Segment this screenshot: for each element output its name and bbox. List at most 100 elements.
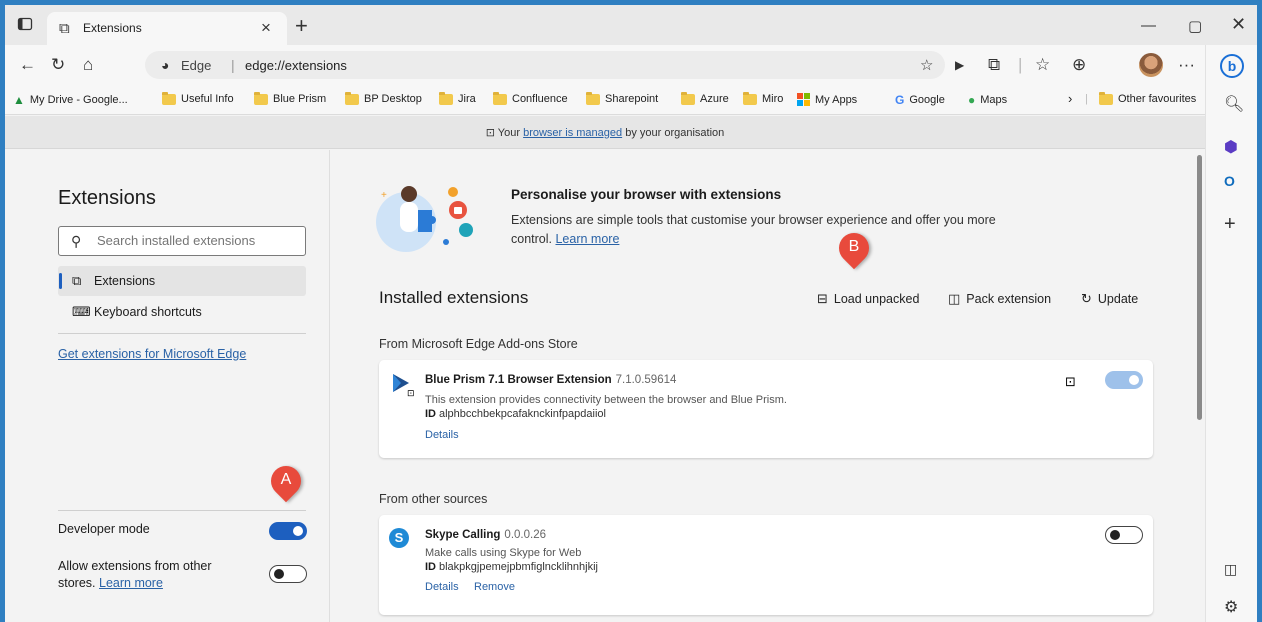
new-tab-button[interactable]: + bbox=[295, 13, 308, 39]
settings-gear-icon[interactable]: ⚙ bbox=[1224, 597, 1238, 617]
bookmark-bp-desktop[interactable]: BP Desktop bbox=[345, 91, 422, 105]
bookmark-label: My Apps bbox=[815, 93, 858, 106]
developer-mode-toggle[interactable] bbox=[269, 522, 307, 540]
extensions-icon[interactable]: ⧉ bbox=[988, 55, 1000, 75]
section-label-store: From Microsoft Edge Add-ons Store bbox=[379, 337, 578, 351]
bookmark-blue-prism[interactable]: Blue Prism bbox=[254, 91, 326, 105]
bookmark-label: BP Desktop bbox=[364, 93, 422, 105]
bookmark-my-drive[interactable]: ▲ My Drive - Google... bbox=[13, 93, 128, 107]
nav-item-keyboard-shortcuts[interactable]: ⌨ Keyboard shortcuts bbox=[58, 297, 306, 327]
page-title: Extensions bbox=[58, 187, 156, 209]
update-button[interactable]: ↻ Update bbox=[1081, 291, 1138, 307]
load-unpacked-button[interactable]: ⊟ Load unpacked bbox=[817, 291, 919, 307]
briefcase-icon: ⊡ bbox=[485, 127, 495, 139]
learn-more-link[interactable]: Learn more bbox=[99, 576, 163, 590]
favourites-icon[interactable]: ☆ bbox=[1035, 55, 1050, 75]
address-separator: | bbox=[231, 57, 235, 73]
developer-mode-label: Developer mode bbox=[58, 522, 150, 536]
puzzle-icon: ⧉ bbox=[59, 20, 70, 37]
search-input[interactable] bbox=[97, 233, 297, 248]
skype-enable-toggle[interactable] bbox=[1105, 526, 1143, 544]
remove-link[interactable]: Remove bbox=[474, 581, 515, 593]
promo-description: Extensions are simple tools that customi… bbox=[511, 211, 1011, 249]
browser-window: ⧉ Extensions × + — ▢ ✕ ← ↻ ⌂ ◕ Edge | ed… bbox=[5, 5, 1257, 622]
more-menu-icon[interactable]: ··· bbox=[1178, 55, 1195, 75]
bookmark-my-apps[interactable]: My Apps bbox=[797, 93, 857, 106]
bookmark-label: Google bbox=[909, 94, 945, 106]
keyboard-icon: ⌨ bbox=[72, 304, 91, 319]
extension-name-text: Skype Calling bbox=[425, 529, 501, 541]
maximize-button[interactable]: ▢ bbox=[1188, 17, 1202, 35]
tab-extensions[interactable]: ⧉ Extensions × bbox=[47, 12, 287, 45]
details-link[interactable]: Details bbox=[425, 581, 459, 593]
tab-strip: ⧉ Extensions × + — ▢ ✕ bbox=[5, 5, 1257, 45]
extension-description: This extension provides connectivity bet… bbox=[425, 394, 787, 406]
extension-version: 7.1.0.59614 bbox=[615, 374, 677, 386]
folder-icon bbox=[345, 91, 359, 105]
tab-title: Extensions bbox=[83, 21, 142, 35]
folder-icon bbox=[681, 91, 695, 105]
collections-icon[interactable]: ⊕ bbox=[1072, 55, 1086, 75]
callout-b: B bbox=[832, 226, 876, 271]
extension-description: Make calls using Skype for Web bbox=[425, 547, 582, 559]
tab-actions-icon[interactable] bbox=[17, 16, 35, 34]
bookmark-miro[interactable]: Miro bbox=[743, 91, 784, 105]
bookmark-label: Miro bbox=[762, 93, 784, 105]
managed-link[interactable]: browser is managed bbox=[523, 127, 622, 139]
search-icon[interactable]: 🔍︎ bbox=[1224, 94, 1244, 114]
close-tab-icon[interactable]: × bbox=[261, 18, 271, 38]
extensions-sidebar: Extensions ⚲ ⧉ Extensions ⌨ Keyboard sho… bbox=[5, 150, 330, 622]
bookmarks-separator: | bbox=[1085, 93, 1088, 105]
url-text: edge://extensions bbox=[245, 58, 347, 73]
bookmark-confluence[interactable]: Confluence bbox=[493, 91, 568, 105]
other-favourites[interactable]: Other favourites bbox=[1099, 91, 1196, 105]
bookmark-sharepoint[interactable]: Sharepoint bbox=[586, 91, 658, 105]
search-field[interactable]: ⚲ bbox=[58, 226, 306, 256]
get-extensions-link[interactable]: Get extensions for Microsoft Edge bbox=[58, 347, 246, 361]
google-icon: G bbox=[895, 93, 905, 107]
managed-banner: ⊡ Your browser is managed by your organi… bbox=[5, 116, 1205, 149]
site-name: Edge bbox=[181, 58, 212, 73]
managed-badge-icon: ⊡ bbox=[407, 388, 415, 398]
add-app-icon[interactable]: + bbox=[1224, 213, 1236, 236]
pack-extension-label: Pack extension bbox=[966, 292, 1052, 306]
pack-extension-button[interactable]: ◫ Pack extension bbox=[948, 291, 1051, 307]
bookmark-azure[interactable]: Azure bbox=[681, 91, 729, 105]
extension-id: ID blakpkgjpemejpbmfiglncklihnhjkij bbox=[425, 561, 598, 573]
folder-icon bbox=[1099, 91, 1113, 105]
profile-avatar[interactable] bbox=[1139, 53, 1163, 77]
home-button[interactable]: ⌂ bbox=[83, 55, 93, 75]
blue-prism-enable-toggle[interactable] bbox=[1105, 371, 1143, 389]
favourites-bar: ▲ My Drive - Google... Useful Info Blue … bbox=[5, 85, 1205, 115]
bookmark-label: Azure bbox=[700, 93, 729, 105]
address-bar[interactable]: ◕ Edge | edge://extensions ☆ bbox=[145, 51, 945, 79]
bookmark-jira[interactable]: Jira bbox=[439, 91, 476, 105]
nav-item-label: Keyboard shortcuts bbox=[94, 305, 202, 319]
folder-icon bbox=[743, 91, 757, 105]
bookmark-google[interactable]: G Google bbox=[895, 93, 945, 107]
address-toolbar: ← ↻ ⌂ ◕ Edge | edge://extensions ☆ ▶ ⧉ |… bbox=[5, 45, 1205, 85]
more-bookmarks-chevron-icon[interactable]: › bbox=[1068, 91, 1072, 106]
scrollbar-thumb[interactable] bbox=[1197, 155, 1202, 420]
add-favourite-icon[interactable]: ☆ bbox=[920, 56, 933, 74]
bing-chat-icon[interactable]: b bbox=[1220, 54, 1244, 78]
bookmark-maps[interactable]: ● Maps bbox=[968, 93, 1007, 107]
back-button[interactable]: ← bbox=[19, 55, 36, 75]
callout-a: A bbox=[264, 459, 308, 504]
allow-other-stores-toggle[interactable] bbox=[269, 565, 307, 583]
nav-item-extensions[interactable]: ⧉ Extensions bbox=[58, 266, 306, 296]
close-window-button[interactable]: ✕ bbox=[1231, 14, 1246, 35]
google-drive-icon: ▲ bbox=[13, 93, 25, 107]
promo-learn-more-link[interactable]: Learn more bbox=[555, 232, 619, 246]
nav-item-label: Extensions bbox=[94, 274, 156, 288]
office-icon[interactable]: ⬢ bbox=[1224, 137, 1238, 157]
refresh-button[interactable]: ↻ bbox=[51, 55, 65, 75]
id-label: ID bbox=[425, 408, 436, 420]
bookmark-useful-info[interactable]: Useful Info bbox=[162, 91, 234, 105]
hide-sidebar-icon[interactable]: ◫ bbox=[1224, 561, 1237, 578]
maps-pin-icon: ● bbox=[968, 93, 976, 107]
details-link[interactable]: Details bbox=[425, 429, 459, 441]
minimize-button[interactable]: — bbox=[1141, 17, 1156, 34]
read-aloud-icon[interactable]: ▶ bbox=[955, 58, 964, 72]
outlook-icon[interactable]: O bbox=[1224, 173, 1235, 189]
